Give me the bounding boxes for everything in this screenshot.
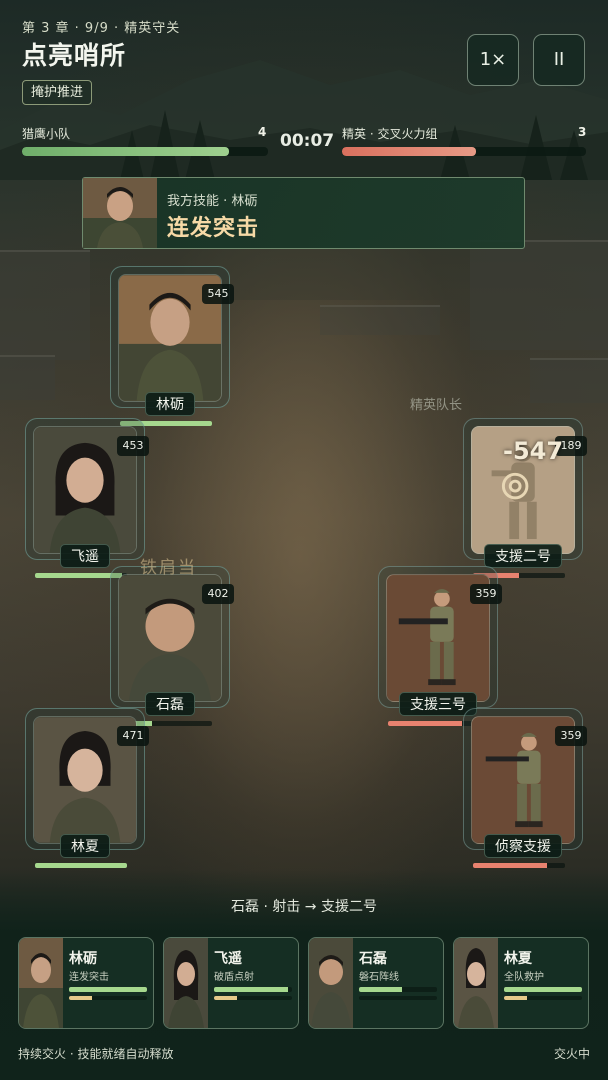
roster-charge-bar — [359, 996, 437, 1000]
ally-hp: 471 — [117, 726, 149, 746]
status-text: 持续交火 · 技能就绪自动释放 — [18, 1047, 174, 1061]
enemy-hp: 359 — [555, 726, 587, 746]
roster-hp-bar — [504, 987, 582, 992]
roster-charge-fill — [69, 996, 93, 1000]
enemy-unit-2[interactable]: 359 支援三号 — [378, 566, 502, 726]
ally-hp-bar — [35, 863, 127, 868]
roster-hp-bar — [214, 987, 292, 992]
ally-hp: 402 — [202, 584, 234, 604]
roster-card-1[interactable]: 林砺 连发突击 — [18, 937, 154, 1029]
enemy-hp-fill — [473, 863, 547, 868]
enemy-team-health-fill — [342, 147, 477, 156]
roster-name: 石磊 — [359, 951, 387, 967]
enemy-hp: 359 — [470, 584, 502, 604]
roster-hp-fill — [359, 987, 402, 992]
soldier-portrait-icon — [454, 938, 498, 1028]
combat-log: 石磊 · 射击 → 支援二号 — [231, 899, 377, 915]
roster-charge-fill — [214, 996, 238, 1000]
ally-name: 林砺 — [145, 392, 195, 416]
ally-unit-4[interactable]: 471 林夏 — [25, 708, 149, 868]
roster-name: 飞遥 — [214, 951, 242, 967]
ally-hp-fill — [35, 863, 127, 868]
enemy-name: 支援二号 — [484, 544, 562, 568]
roster-skill: 磐石阵线 — [359, 972, 399, 983]
roster-skill: 全队救护 — [504, 972, 544, 983]
barrier-left — [0, 355, 55, 400]
skill-banner-subtitle: 我方技能 · 林砺 — [167, 194, 258, 209]
page-title: 点亮哨所 — [22, 41, 127, 70]
ally-unit-2[interactable]: 453 飞遥 — [25, 418, 149, 578]
enemy-team-health-bar — [342, 147, 586, 156]
roster-charge-bar — [214, 996, 292, 1000]
roster-name: 林夏 — [504, 951, 532, 967]
roster-card-3[interactable]: 石磊 磐石阵线 — [308, 937, 444, 1029]
chapter-label: 第 3 章 · 9/9 · 精英守关 — [22, 21, 181, 36]
roster-skill: 连发突击 — [69, 972, 109, 983]
roster-charge-bar — [504, 996, 582, 1000]
pause-button[interactable]: II — [533, 34, 585, 86]
skill-popup-text: 铁肩当 — [140, 558, 197, 578]
soldier-portrait-icon — [309, 938, 353, 1028]
roster-charge-bar — [69, 996, 147, 1000]
battle-state: 交火中 — [553, 1047, 590, 1061]
enemy-hp-bar — [473, 863, 565, 868]
ally-name: 飞遥 — [60, 544, 110, 568]
enemy-team-name: 精英 · 交叉火力组 — [342, 127, 438, 141]
roster-card-4[interactable]: 林夏 全队救护 — [453, 937, 589, 1029]
ally-unit-3[interactable]: 402 石磊 — [110, 566, 234, 726]
roster-name: 林砺 — [69, 951, 97, 967]
ally-name: 林夏 — [60, 834, 110, 858]
enemy-name: 侦察支援 — [484, 834, 562, 858]
roster-charge-fill — [504, 996, 528, 1000]
ally-name: 石磊 — [145, 692, 195, 716]
objective-tag: 掩护推进 — [22, 80, 93, 105]
roster-hp-fill — [214, 987, 289, 992]
battle-timer: 00:07 — [280, 131, 335, 151]
ally-unit-1[interactable]: 545 林砺 — [110, 266, 234, 426]
roster-hp-fill — [504, 987, 582, 992]
roster-card-2[interactable]: 飞遥 破盾点射 — [163, 937, 299, 1029]
enemy-team-count: 3 — [578, 125, 587, 139]
barrier-right — [530, 358, 608, 403]
soldier-portrait-icon — [164, 938, 208, 1028]
speed-button[interactable]: 1× — [467, 34, 519, 86]
ally-hp: 545 — [202, 284, 234, 304]
roster-hp-fill — [69, 987, 147, 992]
ally-hp: 453 — [117, 436, 149, 456]
compound-wall-left — [0, 250, 90, 360]
ally-team-name: 猎鹰小队 — [22, 127, 71, 141]
damage-number: -547 — [503, 437, 564, 465]
roster-hp-bar — [359, 987, 437, 992]
roster-hp-bar — [69, 987, 147, 992]
roster-skill: 破盾点射 — [214, 972, 254, 983]
compound-wall-right — [470, 240, 608, 350]
skill-banner: 我方技能 · 林砺 连发突击 — [82, 177, 525, 249]
elite-captain-label: 精英队长 — [410, 398, 463, 413]
soldier-portrait-icon — [83, 178, 157, 248]
ally-team-health-fill — [22, 147, 229, 156]
enemy-unit-3[interactable]: 359 侦察支援 — [463, 708, 587, 868]
ally-team-health-bar — [22, 147, 268, 156]
soldier-portrait-icon — [19, 938, 63, 1028]
enemy-hp-fill — [388, 721, 462, 726]
skill-banner-name: 连发突击 — [167, 216, 260, 241]
ally-team-count: 4 — [258, 125, 267, 139]
